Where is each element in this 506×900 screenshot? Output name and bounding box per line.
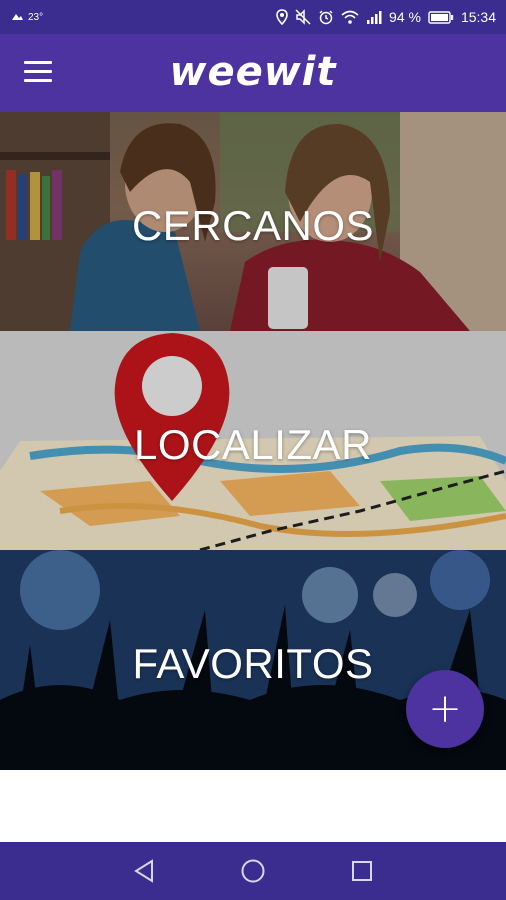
recents-icon[interactable] <box>345 854 379 888</box>
temperature-text: 23° <box>28 11 44 23</box>
home-icon[interactable] <box>236 854 270 888</box>
battery-percent-text: 94 % <box>389 9 421 25</box>
alarm-icon <box>319 10 333 25</box>
plus-icon: + <box>428 686 462 732</box>
system-nav-bar <box>0 842 506 900</box>
tile-label-localizar: LOCALIZAR <box>134 421 372 468</box>
tile-label-cercanos: CERCANOS <box>131 202 375 249</box>
tile-cercanos[interactable]: CERCANOS <box>0 112 506 331</box>
empty-space <box>0 770 506 842</box>
mute-icon <box>295 9 311 25</box>
back-icon[interactable] <box>127 854 161 888</box>
clock-text: 15:34 <box>460 9 496 25</box>
battery-icon <box>428 10 454 24</box>
location-icon <box>276 9 288 25</box>
signal-icon <box>367 11 382 24</box>
tile-localizar[interactable]: LOCALIZAR <box>0 331 506 550</box>
wifi-icon <box>341 10 359 24</box>
status-right: 94 % 15:34 <box>276 9 496 25</box>
brand-logo: weewit <box>169 49 337 95</box>
weather-icon <box>12 14 23 20</box>
status-bar: 23° 94 % 15:34 <box>0 0 506 34</box>
add-fab-button[interactable]: + <box>406 670 484 748</box>
app-bar: weewit <box>0 34 506 112</box>
status-left: 23° <box>10 11 43 23</box>
